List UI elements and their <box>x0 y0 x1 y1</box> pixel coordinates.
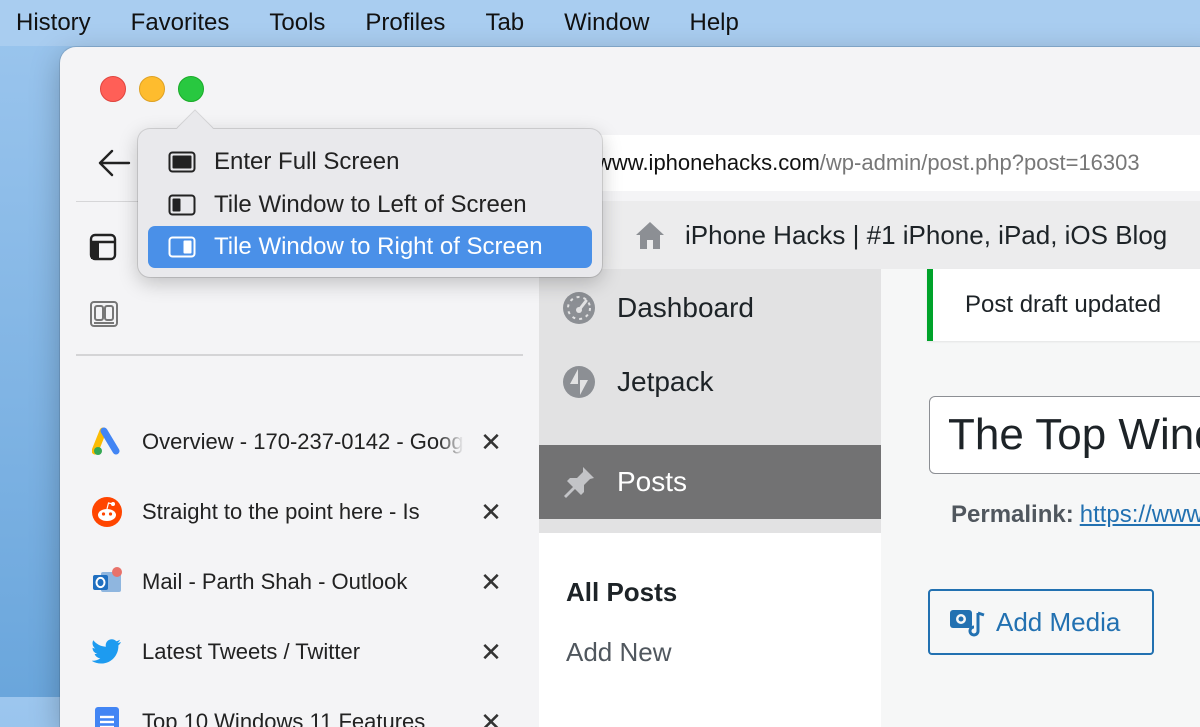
add-media-button[interactable]: Add Media <box>928 589 1154 655</box>
close-icon[interactable]: ✕ <box>476 497 506 527</box>
tab-title: Top 10 Windows 11 Features <box>142 709 426 727</box>
menu-help[interactable]: Help <box>690 9 739 37</box>
menu-window[interactable]: Window <box>564 9 649 37</box>
tab-item[interactable]: Overview - 170-237-0142 - Google Ads ✕ <box>76 407 523 477</box>
post-title-value: The Top Windows 11 Features <box>948 410 1200 459</box>
permalink-link[interactable]: https://www.iphonehacks.com <box>1080 501 1200 528</box>
menu-tab[interactable]: Tab <box>485 9 524 37</box>
twitter-icon <box>90 635 124 669</box>
tab-title: Mail - Parth Shah - Outlook <box>142 569 408 594</box>
popover-item-label: Enter Full Screen <box>214 148 400 175</box>
post-editor: Post draft updated The Top Windows 11 Fe… <box>881 269 1200 727</box>
menu-label: Jetpack <box>617 366 714 397</box>
menu-tools[interactable]: Tools <box>269 9 325 37</box>
site-title[interactable]: iPhone Hacks | #1 iPhone, iPad, iOS Blog <box>685 220 1167 251</box>
media-icon <box>950 610 985 637</box>
menu-item-posts[interactable]: Posts <box>539 445 881 519</box>
submenu-all-posts[interactable]: All Posts <box>566 577 677 608</box>
dashboard-icon <box>559 288 599 328</box>
tile-left-icon <box>168 194 196 216</box>
menu-bar: History Favorites Tools Profiles Tab Win… <box>0 0 1200 46</box>
sidebar-layout-icon[interactable] <box>88 232 118 262</box>
collections-icon[interactable] <box>89 299 119 329</box>
address-bar[interactable]: www.iphonehacks.com/wp-admin/post.php?po… <box>580 135 1200 191</box>
tab-title: Overview - 170-237-0142 - Google Ads <box>142 429 464 454</box>
zoom-window-button[interactable] <box>178 76 204 102</box>
vertical-tabs-sidebar: Overview - 170-237-0142 - Google Ads ✕ S… <box>76 201 523 727</box>
tile-left-item[interactable]: Tile Window to Left of Screen <box>148 184 592 226</box>
outlook-icon <box>90 565 124 599</box>
close-icon[interactable]: ✕ <box>476 707 506 727</box>
tab-item[interactable]: Latest Tweets / Twitter ✕ <box>76 617 523 687</box>
popover-item-label: Tile Window to Left of Screen <box>214 191 527 218</box>
close-window-button[interactable] <box>100 76 126 102</box>
full-screen-icon <box>168 151 196 173</box>
notice-text: Post draft updated <box>965 291 1162 318</box>
add-media-label: Add Media <box>996 606 1121 637</box>
arrow-left-icon <box>98 149 131 177</box>
tab-title: Latest Tweets / Twitter <box>142 639 361 664</box>
tab-item[interactable]: Top 10 Windows 11 Features ✕ <box>76 687 523 727</box>
menu-label: Dashboard <box>617 292 754 323</box>
sidebar-divider <box>76 354 523 356</box>
tile-right-icon <box>168 236 196 258</box>
google-ads-icon <box>90 425 124 459</box>
wp-admin-bar: iPhone Hacks | #1 iPhone, iPad, iOS Blog <box>539 201 1200 269</box>
menu-label: Posts <box>617 466 688 497</box>
close-icon[interactable]: ✕ <box>476 567 506 597</box>
menu-item-jetpack[interactable]: Jetpack <box>539 345 881 419</box>
window-tile-popover: Enter Full Screen Tile Window to Left of… <box>138 110 602 277</box>
menu-profiles[interactable]: Profiles <box>365 9 445 37</box>
menu-item-dashboard[interactable]: Dashboard <box>539 271 881 345</box>
post-title-input[interactable]: The Top Windows 11 Features <box>929 396 1200 474</box>
menu-history[interactable]: History <box>16 9 91 37</box>
wp-admin-menu: Dashboard Jetpack Posts All Posts Add Ne… <box>539 269 881 727</box>
tab-title: Straight to the point here - Is <box>142 499 420 524</box>
permalink: Permalink:https://www.iphonehacks.com <box>951 501 1200 529</box>
submenu-add-new[interactable]: Add New <box>566 637 672 668</box>
google-docs-icon <box>90 705 124 727</box>
back-button[interactable] <box>96 145 132 181</box>
update-notice: Post draft updated <box>927 269 1200 341</box>
url-domain: www.iphonehacks.com <box>596 150 820 175</box>
tile-right-item[interactable]: Tile Window to Right of Screen <box>148 226 592 268</box>
minimize-window-button[interactable] <box>139 76 165 102</box>
reddit-icon <box>90 495 124 529</box>
posts-submenu: All Posts Add New <box>539 533 881 727</box>
popover-item-label: Tile Window to Right of Screen <box>214 233 543 260</box>
menu-favorites[interactable]: Favorites <box>131 9 230 37</box>
close-icon[interactable]: ✕ <box>476 427 506 457</box>
url-path: /wp-admin/post.php?post=16303 <box>819 150 1140 175</box>
permalink-label: Permalink: <box>951 501 1074 528</box>
close-icon[interactable]: ✕ <box>476 637 506 667</box>
pin-icon <box>559 462 599 502</box>
tab-item[interactable]: Mail - Parth Shah - Outlook ✕ <box>76 547 523 617</box>
home-icon[interactable] <box>633 219 667 251</box>
web-content: iPhone Hacks | #1 iPhone, iPad, iOS Blog… <box>539 201 1200 727</box>
jetpack-icon <box>559 362 599 402</box>
enter-full-screen-item[interactable]: Enter Full Screen <box>148 141 592 183</box>
tab-item[interactable]: Straight to the point here - Is ✕ <box>76 477 523 547</box>
